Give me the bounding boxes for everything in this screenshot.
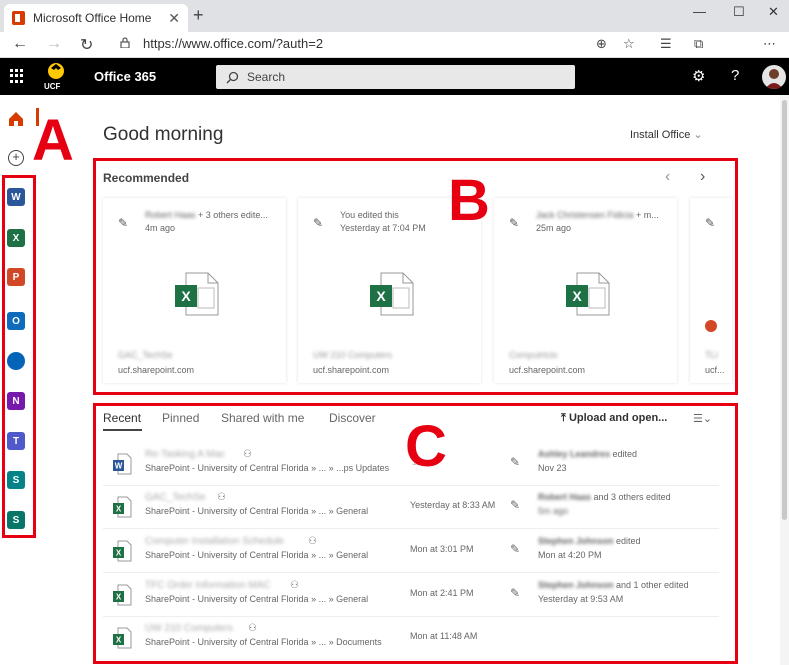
app-launcher-icon[interactable] bbox=[10, 69, 24, 83]
page-title: Good morning bbox=[103, 124, 224, 145]
help-icon[interactable]: ? bbox=[731, 67, 739, 84]
scrollbar-thumb[interactable] bbox=[782, 100, 787, 520]
address-toolbar: ← → ↻ https://www.office.com/?auth=2 ⊕ ☆… bbox=[0, 32, 789, 83]
add-favorite-plus-icon[interactable]: ⊕ bbox=[596, 36, 607, 52]
lock-icon bbox=[120, 37, 130, 48]
create-new-icon[interactable]: + bbox=[8, 150, 24, 166]
collections-icon[interactable]: ⧉ bbox=[694, 36, 703, 52]
install-office-button[interactable]: Install Office ⌄ bbox=[630, 128, 703, 141]
search-input[interactable]: Search bbox=[216, 65, 575, 89]
annotation-box-a bbox=[2, 175, 36, 538]
suite-header: UCF Office 365 Search ⚙ ? bbox=[0, 58, 789, 95]
chevron-down-icon: ⌄ bbox=[693, 129, 703, 141]
annotation-label-a: A bbox=[32, 108, 74, 173]
browser-tab[interactable]: Microsoft Office Home ✕ bbox=[4, 4, 188, 32]
search-icon bbox=[226, 71, 239, 83]
app-name[interactable]: Office 365 bbox=[94, 69, 156, 84]
favorites-icon[interactable]: ☰ bbox=[660, 36, 672, 52]
star-icon[interactable]: ☆ bbox=[623, 36, 635, 52]
annotation-label-c: C bbox=[405, 414, 447, 479]
browser-tab-title: Microsoft Office Home bbox=[33, 11, 152, 25]
office-favicon-icon bbox=[12, 11, 25, 25]
browser-tab-bar: Microsoft Office Home ✕ + — ☐ ✕ bbox=[0, 0, 789, 32]
new-tab-icon[interactable]: + bbox=[193, 5, 204, 26]
refresh-icon[interactable]: ↻ bbox=[80, 35, 93, 55]
address-input[interactable]: https://www.office.com/?auth=2 bbox=[143, 36, 323, 51]
home-icon[interactable] bbox=[8, 111, 24, 127]
ucf-logo-text: UCF bbox=[44, 82, 61, 91]
window-close-icon[interactable]: ✕ bbox=[768, 4, 779, 20]
install-office-label: Install Office bbox=[630, 129, 691, 141]
forward-icon[interactable]: → bbox=[46, 35, 62, 53]
settings-gear-icon[interactable]: ⚙ bbox=[692, 67, 705, 85]
more-icon[interactable]: ⋯ bbox=[763, 36, 776, 52]
tab-close-icon[interactable]: ✕ bbox=[168, 10, 180, 27]
maximize-icon[interactable]: ☐ bbox=[733, 4, 745, 20]
annotation-box-b bbox=[93, 158, 738, 395]
minimize-icon[interactable]: — bbox=[693, 4, 706, 19]
back-icon[interactable]: ← bbox=[12, 35, 28, 53]
search-placeholder: Search bbox=[247, 70, 286, 84]
user-avatar[interactable] bbox=[762, 65, 786, 89]
annotation-label-b: B bbox=[448, 168, 490, 233]
